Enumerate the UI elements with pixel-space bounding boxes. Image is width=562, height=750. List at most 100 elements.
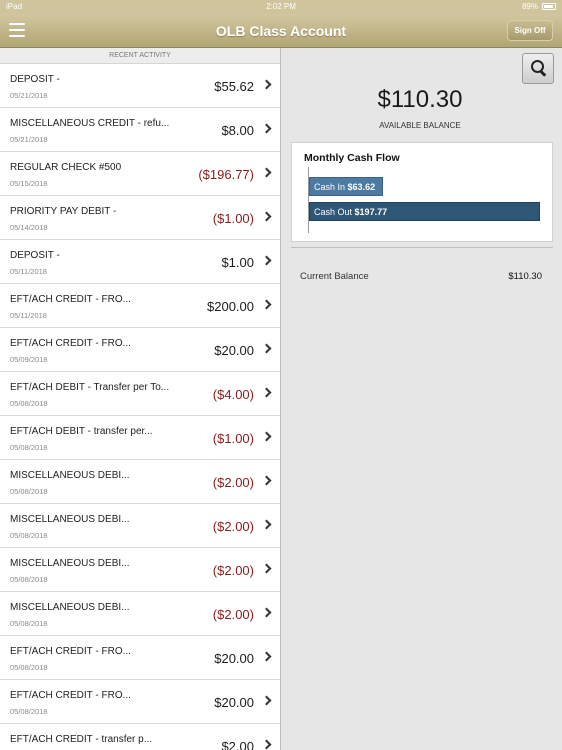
current-balance-label: Current Balance — [300, 271, 369, 282]
transaction-amount: ($2.00) — [212, 563, 254, 578]
transaction-amount: $55.62 — [214, 79, 254, 94]
chevron-right-icon — [261, 739, 272, 750]
cash-flow-title: Monthly Cash Flow — [304, 152, 400, 164]
transaction-description: EFT/ACH CREDIT - FRO... — [10, 646, 131, 657]
transaction-description: MISCELLANEOUS CREDIT - refu... — [10, 118, 170, 129]
cash-in-value: $63.62 — [347, 182, 376, 192]
chevron-right-icon — [261, 123, 272, 134]
transaction-amount: ($2.00) — [212, 607, 254, 622]
transaction-row[interactable]: EFT/ACH DEBIT - transfer per... 05/08/201… — [0, 416, 280, 460]
transaction-description: DEPOSIT - — [10, 250, 60, 261]
transaction-description: EFT/ACH DEBIT - Transfer per To... — [10, 382, 170, 393]
monthly-cash-flow-card: Monthly Cash Flow Cash In $63.62 Cash Ou… — [291, 142, 553, 242]
transaction-description: MISCELLANEOUS DEBI... — [10, 514, 130, 525]
transaction-row[interactable]: EFT/ACH CREDIT - FRO... 05/09/2018 $20.00 — [0, 328, 280, 372]
transaction-amount: $8.00 — [221, 123, 254, 138]
search-icon — [531, 60, 545, 74]
chevron-right-icon — [261, 563, 272, 574]
status-bar: iPad 2:02 PM 89% — [0, 0, 562, 14]
transaction-amount: $20.00 — [214, 651, 254, 666]
transaction-row[interactable]: MISCELLANEOUS DEBI... 05/08/2018 ($2.00) — [0, 504, 280, 548]
nav-bar: OLB Class Account Sign Off — [0, 14, 562, 48]
transaction-description: EFT/ACH CREDIT - FRO... — [10, 338, 131, 349]
transaction-date: 05/11/2018 — [10, 267, 47, 276]
transaction-amount: $20.00 — [214, 695, 254, 710]
chevron-right-icon — [261, 695, 272, 706]
transaction-row[interactable]: EFT/ACH CREDIT - transfer p... $2.00 — [0, 724, 280, 750]
transaction-date: 05/09/2018 — [10, 355, 48, 364]
transaction-amount: $2.00 — [221, 739, 254, 750]
account-summary: $110.30 AVAILABLE BALANCE Monthly Cash F… — [282, 48, 562, 750]
recent-activity-list: RECENT ACTIVITY DEPOSIT - 05/21/2018 $55.6… — [0, 48, 281, 750]
chevron-right-icon — [261, 607, 272, 618]
cash-out-value: $197.77 — [354, 207, 388, 217]
chevron-right-icon — [261, 255, 272, 266]
transaction-row[interactable]: MISCELLANEOUS DEBI... 05/08/2018 ($2.00) — [0, 460, 280, 504]
transaction-amount: $1.00 — [221, 255, 254, 270]
chevron-right-icon — [261, 211, 272, 222]
cash-in-bar: Cash In $63.62 — [309, 177, 383, 196]
transaction-row[interactable]: EFT/ACH DEBIT - Transfer per To... 05/08/… — [0, 372, 280, 416]
transaction-row[interactable]: EFT/ACH CREDIT - FRO... 05/08/2018 $20.00 — [0, 680, 280, 724]
chevron-right-icon — [261, 431, 272, 442]
transaction-description: EFT/ACH CREDIT - transfer p... — [10, 734, 153, 745]
transaction-amount: ($196.77) — [198, 167, 254, 182]
transaction-amount: $20.00 — [214, 343, 254, 358]
transaction-description: EFT/ACH DEBIT - transfer per... — [10, 426, 153, 437]
battery-percent: 89% — [521, 2, 538, 11]
transaction-date: 05/08/2018 — [10, 575, 48, 584]
transaction-date: 05/08/2018 — [10, 663, 48, 672]
transaction-description: MISCELLANEOUS DEBI... — [10, 558, 130, 569]
divider — [291, 247, 553, 248]
chevron-right-icon — [261, 651, 272, 662]
transaction-amount: ($2.00) — [212, 475, 254, 490]
recent-activity-header: RECENT ACTIVITY — [0, 48, 280, 64]
transaction-date: 05/11/2018 — [10, 311, 47, 320]
page-title: OLB Class Account — [215, 23, 347, 39]
transaction-row[interactable]: REGULAR CHECK #500 05/15/2018 ($196.77) — [0, 152, 280, 196]
transaction-date: 05/08/2018 — [10, 443, 48, 452]
chevron-right-icon — [261, 167, 272, 178]
transaction-row[interactable]: DEPOSIT - 05/21/2018 $55.62 — [0, 64, 280, 108]
transaction-amount: $200.00 — [207, 299, 254, 314]
transaction-date: 05/15/2018 — [10, 179, 48, 188]
transaction-description: REGULAR CHECK #500 — [10, 162, 122, 173]
transaction-date: 05/08/2018 — [10, 707, 48, 716]
cash-in-label: Cash In — [314, 182, 346, 192]
transaction-list: DEPOSIT - 05/21/2018 $55.62 MISCELLANEOUS C… — [0, 64, 280, 750]
transaction-row[interactable]: EFT/ACH CREDIT - FRO... 05/11/2018 $200.00 — [0, 284, 280, 328]
transaction-date: 05/08/2018 — [10, 531, 48, 540]
available-balance-amount: $110.30 — [377, 86, 463, 113]
transaction-date: 05/21/2018 — [10, 91, 48, 100]
transaction-row[interactable]: MISCELLANEOUS DEBI... 05/08/2018 ($2.00) — [0, 592, 280, 636]
transaction-date: 05/08/2018 — [10, 487, 48, 496]
search-button[interactable] — [522, 53, 554, 84]
transaction-row[interactable]: EFT/ACH CREDIT - FRO... 05/08/2018 $20.00 — [0, 636, 280, 680]
transaction-date: 05/08/2018 — [10, 619, 48, 628]
available-balance-label: AVAILABLE BALANCE — [379, 121, 461, 130]
transaction-row[interactable]: MISCELLANEOUS CREDIT - refu... 05/21/2018… — [0, 108, 280, 152]
transaction-date: 05/21/2018 — [10, 135, 48, 144]
transaction-description: MISCELLANEOUS DEBI... — [10, 470, 130, 481]
chevron-right-icon — [261, 343, 272, 354]
cash-out-bar: Cash Out $197.77 — [309, 202, 540, 221]
transaction-description: MISCELLANEOUS DEBI... — [10, 602, 130, 613]
transaction-description: EFT/ACH CREDIT - FRO... — [10, 690, 131, 701]
transaction-date: 05/14/2018 — [10, 223, 48, 232]
transaction-row[interactable]: PRIORITY PAY DEBIT - 05/14/2018 ($1.00) — [0, 196, 280, 240]
transaction-description: DEPOSIT - — [10, 74, 60, 85]
transaction-amount: ($1.00) — [212, 211, 254, 226]
transaction-amount: ($1.00) — [212, 431, 254, 446]
current-balance-value: $110.30 — [508, 271, 542, 282]
battery-icon — [542, 3, 556, 10]
sign-off-button[interactable]: Sign Off — [507, 20, 553, 41]
clock: 2:02 PM — [266, 2, 296, 11]
transaction-row[interactable]: DEPOSIT - 05/11/2018 $1.00 — [0, 240, 280, 284]
transaction-row[interactable]: MISCELLANEOUS DEBI... 05/08/2018 ($2.00) — [0, 548, 280, 592]
chevron-right-icon — [261, 475, 272, 486]
battery-status: 89% — [522, 2, 556, 11]
chevron-right-icon — [261, 79, 272, 90]
transaction-description: PRIORITY PAY DEBIT - — [10, 206, 117, 217]
cash-out-label: Cash Out — [314, 207, 353, 217]
transaction-amount: ($4.00) — [212, 387, 254, 402]
